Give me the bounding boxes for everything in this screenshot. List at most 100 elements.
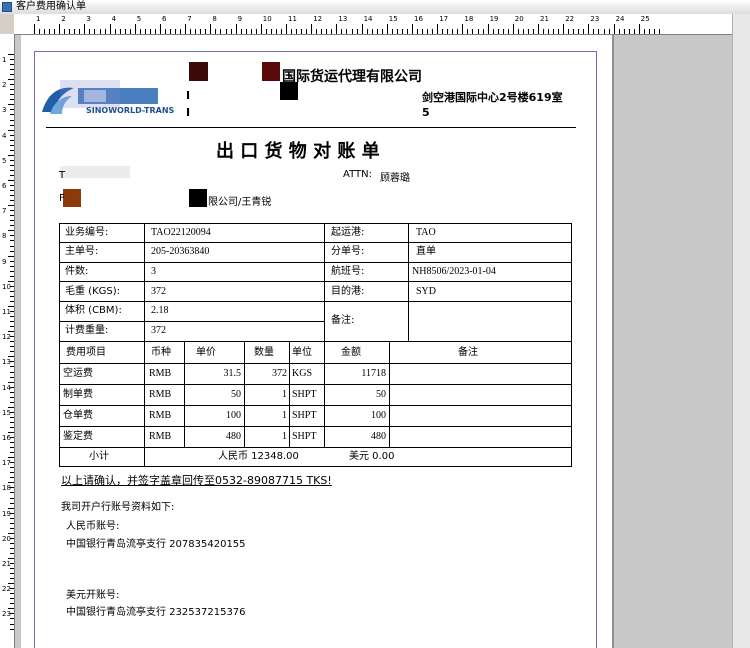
- ruler-tick: [8, 432, 14, 433]
- ruler-minor-tick: [10, 220, 14, 222]
- ruler-minor-tick: [10, 472, 14, 474]
- ruler-tick: [386, 24, 388, 34]
- ruler-minor-tick: [10, 99, 14, 101]
- ruler-minor-tick: [10, 396, 14, 398]
- table-border: [59, 405, 572, 406]
- ruler-minor-tick: [396, 29, 398, 34]
- ruler-number: 7: [2, 207, 7, 216]
- fee-header-price: 单价: [196, 347, 216, 358]
- ruler-tick: [8, 482, 14, 484]
- pieces-label: 件数:: [65, 266, 89, 277]
- ruler-minor-tick: [10, 391, 14, 393]
- margin-guide-right: [596, 51, 597, 648]
- ruler-minor-tick: [10, 89, 14, 91]
- ruler-minor-tick: [558, 29, 560, 34]
- ruler-minor-tick: [442, 29, 444, 34]
- ruler-tick: [210, 24, 212, 34]
- ruler-number: 9: [237, 15, 243, 23]
- table-border: [59, 466, 572, 467]
- ruler-minor-tick: [316, 29, 318, 34]
- fee-cell-amount: 11718: [361, 368, 386, 379]
- ruler-tick: [8, 79, 14, 81]
- ruler-minor-tick: [543, 29, 545, 34]
- ruler-minor-tick: [10, 321, 14, 323]
- ruler-tick: [8, 230, 14, 232]
- ruler-tick: [8, 608, 14, 610]
- ruler-minor-tick: [618, 29, 620, 34]
- ruler-number: 10: [262, 15, 272, 23]
- ruler-minor-tick: [578, 29, 580, 34]
- ruler-number: 3: [86, 15, 91, 23]
- ruler-minor-tick: [346, 29, 348, 34]
- ruler-minor-tick: [10, 311, 14, 313]
- table-border: [59, 223, 572, 224]
- ruler-tick: [8, 280, 14, 282]
- house-no-label: 分单号:: [331, 246, 365, 257]
- vertical-scrollbar[interactable]: [732, 14, 750, 648]
- ruler-minor-tick: [296, 29, 298, 34]
- ruler-tick: [512, 24, 514, 34]
- ruler-minor-tick: [472, 29, 474, 34]
- ruler-minor-tick: [10, 497, 14, 499]
- ruler-minor-tick: [10, 164, 14, 166]
- ruler-tick: [8, 406, 14, 408]
- ruler-minor-tick: [356, 29, 358, 34]
- ruler-minor-tick: [467, 29, 469, 34]
- table-border: [324, 223, 325, 341]
- ruler-minor-tick: [10, 552, 14, 554]
- window-title: 客户费用确认单: [16, 1, 86, 12]
- ruler-minor-tick: [10, 265, 14, 267]
- ruler-minor-tick: [502, 29, 504, 34]
- ruler-minor-tick: [10, 598, 14, 600]
- attn-label: ATTN:: [343, 169, 372, 180]
- ruler-number: 14: [363, 15, 373, 23]
- ruler-number: 8: [212, 15, 217, 23]
- ruler-tick: [8, 180, 14, 181]
- ruler-tick: [8, 507, 14, 509]
- ruler-minor-tick: [74, 29, 76, 34]
- rmb-bank-account: 中国银行青岛流亭支行 207835420155: [66, 539, 246, 550]
- ruler-tick: [8, 205, 14, 207]
- ruler-minor-tick: [280, 29, 282, 34]
- flight-value: NH8506/2023-01-04: [412, 266, 496, 277]
- ruler-minor-tick: [10, 215, 14, 217]
- ruler-tick: [34, 24, 35, 34]
- house-no-value: 直单: [416, 246, 436, 257]
- ruler-tick: [361, 24, 363, 34]
- fee-cell-item: 制单费: [63, 389, 93, 400]
- ruler-minor-tick: [10, 462, 14, 464]
- ruler-minor-tick: [10, 512, 14, 514]
- ruler-minor-tick: [371, 29, 373, 34]
- ruler-minor-tick: [477, 29, 479, 34]
- ruler-minor-tick: [306, 29, 308, 34]
- vertical-ruler: 1 2 3 4 5 6 7 8 9 10 11 12 13 14 15 16 17 18 19 20 21 22 23: [0, 34, 15, 648]
- fee-cell-item: 空运费: [63, 368, 93, 379]
- ruler-minor-tick: [10, 401, 14, 403]
- fee-header-item: 费用项目: [66, 347, 106, 358]
- ruler-number: 16: [414, 15, 423, 23]
- ruler-minor-tick: [10, 326, 14, 328]
- fee-header-remarks: 备注: [458, 347, 478, 358]
- ruler-tick: [8, 457, 14, 459]
- ruler-number: 21: [540, 15, 549, 23]
- ruler-minor-tick: [522, 29, 524, 34]
- table-border: [144, 223, 145, 341]
- ruler-minor-tick: [10, 64, 14, 66]
- header-fragment: I: [186, 106, 191, 119]
- ruler-corner: [0, 14, 14, 34]
- ruler-minor-tick: [144, 29, 146, 34]
- ruler-minor-tick: [190, 29, 192, 34]
- ruler-minor-tick: [10, 366, 14, 368]
- ruler-tick: [311, 24, 313, 34]
- ruler-minor-tick: [265, 29, 267, 34]
- ruler-minor-tick: [10, 346, 14, 348]
- ruler-tick: [185, 24, 187, 34]
- ruler-minor-tick: [245, 29, 247, 34]
- ruler-tick: [8, 129, 14, 131]
- fee-cell-qty: 1: [282, 410, 287, 421]
- ruler-minor-tick: [603, 29, 605, 34]
- ruler-minor-tick: [10, 94, 14, 96]
- ruler-tick: [59, 24, 61, 34]
- ruler-minor-tick: [658, 29, 660, 34]
- ruler-number: 20: [514, 15, 524, 23]
